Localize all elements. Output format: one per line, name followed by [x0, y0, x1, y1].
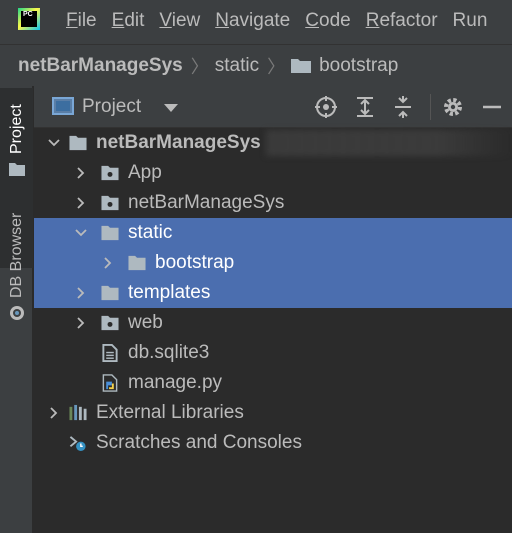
menu-mnemonic: F — [66, 10, 78, 31]
tree-row-label: App — [128, 162, 162, 183]
menu-mnemonic: N — [215, 10, 229, 31]
tree-row[interactable]: App — [34, 158, 512, 188]
tree-row[interactable]: manage.py — [34, 368, 512, 398]
folder-icon — [101, 285, 119, 301]
libraries-icon — [69, 404, 87, 421]
tree-row[interactable]: netBarManageSys — [34, 188, 512, 218]
collapse-all-icon[interactable] — [391, 95, 415, 119]
menu-mnemonic: R — [365, 10, 380, 31]
project-view-icon — [52, 97, 74, 115]
menu-label: ode — [319, 10, 351, 31]
breadcrumb: netBarManageSys 〉 static 〉 bootstrap — [0, 44, 512, 86]
breadcrumb-item-bootstrap[interactable]: bootstrap — [319, 55, 398, 77]
project-tree: netBarManageSys App netBarManageSys static b… — [34, 128, 512, 533]
breadcrumb-root[interactable]: netBarManageSys — [18, 55, 183, 77]
tree-row[interactable]: Scratches and Consoles — [34, 428, 512, 458]
menu-label: ile — [77, 10, 97, 31]
tree-row-label: External Libraries — [96, 402, 244, 423]
menu-mnemonic: V — [159, 10, 172, 31]
package-folder-icon — [101, 195, 119, 211]
menu-items: File Edit View Navigate Code Refactor Run — [66, 10, 502, 32]
menu-item[interactable]: File — [66, 10, 97, 32]
menu-label: avigate — [228, 10, 291, 31]
tree-row-label: netBarManageSys — [128, 192, 285, 213]
menu-label: Run — [452, 10, 488, 31]
menu-label: dit — [124, 10, 145, 31]
view-dropdown-caret-icon[interactable] — [164, 104, 178, 112]
breadcrumb-separator: 〉 — [267, 56, 286, 77]
tree-row-label: bootstrap — [155, 252, 235, 273]
menu-item[interactable]: View — [159, 10, 200, 32]
tree-row-label: templates — [128, 282, 211, 303]
menu-item[interactable]: Refactor — [366, 10, 438, 32]
menu-label: iew — [171, 10, 201, 31]
menu-item[interactable]: Edit — [112, 10, 145, 32]
tool-window-strip: Project DB Browser — [0, 86, 33, 533]
tree-row[interactable]: templates — [34, 278, 512, 308]
tree-row[interactable]: bootstrap — [34, 248, 512, 278]
folder-icon — [101, 225, 119, 241]
project-tool-label: Project — [8, 104, 25, 154]
folder-icon — [9, 163, 25, 176]
panel-title[interactable]: Project — [82, 96, 141, 118]
chevron-right-icon[interactable] — [74, 316, 88, 330]
db-browser-icon[interactable] — [8, 304, 26, 322]
folder-icon — [291, 59, 312, 73]
chevron-down-icon[interactable] — [74, 226, 88, 240]
pycharm-logo-icon[interactable]: PC — [18, 8, 40, 30]
db-browser-tool-label[interactable]: DB Browser — [8, 213, 26, 298]
tree-row[interactable]: db.sqlite3 — [34, 338, 512, 368]
chevron-down-icon[interactable] — [47, 136, 61, 150]
project-panel-header: Project — [34, 86, 512, 128]
hide-panel-icon[interactable] — [480, 95, 504, 119]
locate-icon[interactable] — [314, 95, 338, 119]
tree-row[interactable]: netBarManageSys — [34, 128, 512, 158]
chevron-right-icon[interactable] — [47, 406, 61, 420]
chevron-right-icon[interactable] — [74, 166, 88, 180]
expand-all-icon[interactable] — [353, 95, 377, 119]
tree-row[interactable]: web — [34, 308, 512, 338]
tree-row-label: static — [128, 222, 173, 243]
gear-icon[interactable] — [441, 95, 465, 119]
tree-row[interactable]: static — [34, 218, 512, 248]
redacted-area — [266, 130, 512, 156]
file-icon — [102, 344, 118, 362]
chevron-right-icon[interactable] — [74, 196, 88, 210]
chevron-right-icon[interactable] — [101, 256, 115, 270]
scratches-icon — [69, 436, 86, 452]
tree-row[interactable]: External Libraries — [34, 398, 512, 428]
menu-item[interactable]: Navigate — [215, 10, 290, 32]
package-folder-icon — [101, 165, 119, 181]
menu-item[interactable]: Code — [305, 10, 350, 32]
chevron-right-icon[interactable] — [74, 286, 88, 300]
tree-row-label: db.sqlite3 — [128, 342, 210, 363]
tree-row-label: manage.py — [128, 372, 223, 393]
folder-icon — [69, 135, 87, 151]
menu-item[interactable]: Run — [453, 10, 488, 32]
tree-row-label: web — [128, 312, 163, 333]
toolbar-divider — [430, 94, 431, 120]
python-file-icon — [102, 374, 118, 392]
menu-mnemonic: E — [111, 10, 125, 31]
menu-bar: PC File Edit View Navigate Code Refactor Run — [0, 0, 512, 44]
package-folder-icon — [101, 315, 119, 331]
logo-text: PC — [21, 11, 37, 27]
tree-row-label: Scratches and Consoles — [96, 432, 302, 453]
breadcrumb-separator: 〉 — [190, 56, 209, 77]
menu-label: efactor — [379, 10, 438, 31]
breadcrumb-item-static[interactable]: static — [215, 55, 259, 77]
tree-row-label: netBarManageSys — [96, 132, 261, 153]
folder-icon — [128, 255, 146, 271]
menu-mnemonic: C — [305, 10, 319, 31]
